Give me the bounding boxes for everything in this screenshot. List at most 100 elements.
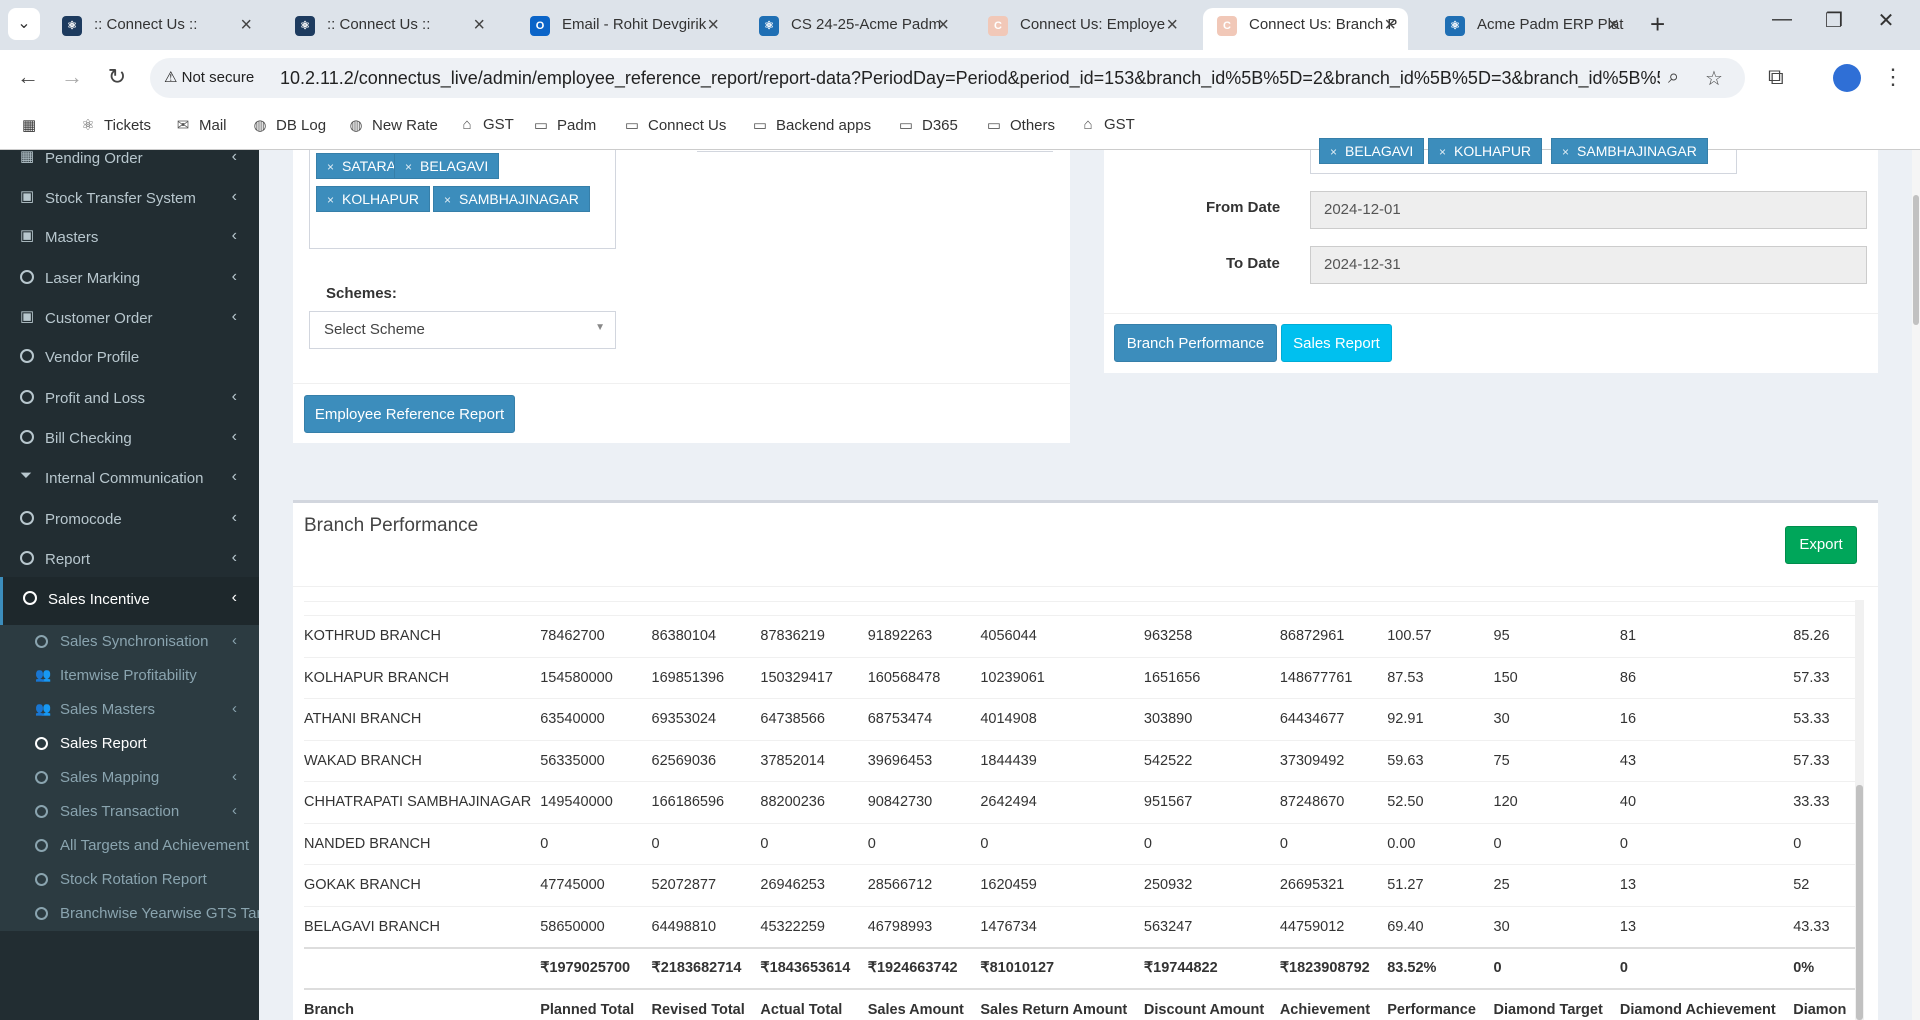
sidebar-subitem-stock-rotation-report[interactable]: Stock Rotation Report (0, 863, 259, 897)
apps-grid-icon[interactable]: ▦ (22, 116, 36, 134)
branch-chip[interactable]: × KOLHAPUR (316, 186, 431, 212)
bookmark-mail[interactable]: ✉ Mail (173, 116, 227, 134)
table-cell: 0 (858, 822, 972, 865)
bookmark-d365[interactable]: ▭ D365 (896, 116, 958, 134)
sidebar-subitem-label: All Targets and Achievement (60, 837, 250, 854)
branch-multiselect[interactable]: × SATARA × BELAGAVI × KOLHAPUR × SAMBHAJINAGAR (309, 150, 616, 249)
sidebar-subitem-sales-masters[interactable]: 👥 Sales Masters ‹ (0, 693, 259, 727)
profile-avatar[interactable] (1833, 64, 1861, 92)
back-arrow-icon[interactable]: ← (13, 64, 43, 90)
table-cell: ₹1843653614 (751, 946, 859, 989)
bookmark-gst[interactable]: ⌂ GST (1078, 116, 1134, 133)
browser-tab[interactable]: ⚛ Acme Padm ERP Plat × (1431, 8, 1631, 50)
browser-tab[interactable]: C Connect Us: Branch P × (1203, 8, 1408, 50)
remove-x-icon[interactable]: × (405, 160, 412, 174)
table-cell: 52 (1784, 864, 1860, 906)
employee-reference-report-button[interactable]: Employee Reference Report (304, 395, 515, 433)
connectus-icon: C (988, 16, 1008, 36)
browser-tab[interactable]: ⚛:: Connect Us :: × (48, 8, 264, 50)
bookmark-new-rate[interactable]: ◍ New Rate (346, 116, 438, 134)
sidebar-subitem-sales-synchronisation[interactable]: Sales Synchronisation ‹ (0, 625, 259, 659)
remove-x-icon[interactable]: × (1439, 145, 1446, 159)
branch-chip[interactable]: × SAMBHAJINAGAR (433, 186, 590, 212)
money-icon: ▣ (20, 308, 35, 325)
extensions-puzzle-icon[interactable]: ⧉ (1768, 64, 1784, 90)
window-close-icon[interactable]: ✕ (1866, 8, 1906, 33)
table-cell (858, 601, 972, 616)
scheme-select[interactable]: Select Scheme ▼ (309, 311, 616, 349)
folder-icon: ▭ (986, 117, 1002, 134)
tab-search-chevron-icon[interactable]: ⌄ (8, 8, 40, 40)
from-date-input[interactable]: 2024-12-01 (1310, 191, 1867, 229)
bookmark-label: Others (1010, 117, 1056, 134)
bookmark-backend-apps[interactable]: ▭ Backend apps (750, 116, 871, 134)
sidebar-item-label: Vendor Profile (45, 349, 140, 366)
tab-close-icon[interactable]: × (240, 8, 252, 42)
reload-icon[interactable]: ↻ (102, 64, 132, 90)
zoom-magnifier-icon[interactable]: ⌕ (1668, 66, 1679, 89)
chevron-left-icon: ‹ (232, 768, 237, 785)
remove-x-icon[interactable]: × (327, 193, 334, 207)
table-cell: KOLHAPUR BRANCH (304, 656, 532, 699)
branch-chip[interactable]: × BELAGAVI (394, 153, 500, 179)
branch-chip[interactable]: × BELAGAVI (1319, 138, 1425, 164)
sidebar-subitem-all-targets-and-achievement[interactable]: All Targets and Achievement (0, 829, 259, 863)
tab-close-icon[interactable]: × (937, 8, 949, 42)
table-cell: 4056044 (971, 615, 1135, 657)
remove-x-icon[interactable]: × (444, 193, 451, 207)
table-cell: 26946253 (751, 864, 859, 906)
tab-close-icon[interactable]: × (1384, 8, 1396, 42)
export-button[interactable]: Export (1785, 526, 1857, 564)
browser-tab[interactable]: ⚛ CS 24-25-Acme Padm × (745, 8, 961, 50)
page-scrollbar-thumb[interactable] (1913, 195, 1919, 325)
bookmark-db-log[interactable]: ◍ DB Log (250, 116, 326, 134)
sidebar-item-label: Promocode (45, 511, 122, 528)
tab-title: Email - Rohit Devgirik (562, 16, 707, 33)
remove-x-icon[interactable]: × (327, 160, 334, 174)
sidebar-subitem-label: Sales Mapping (60, 769, 160, 786)
restore-icon[interactable]: ❐ (1814, 8, 1854, 33)
sidebar-subitem-sales-transaction[interactable]: Sales Transaction ‹ (0, 795, 259, 829)
remove-x-icon[interactable]: × (1562, 145, 1569, 159)
branch-chip-label: SATARA (342, 158, 396, 174)
tab-close-icon[interactable]: × (1607, 8, 1619, 42)
sidebar-subitem-branchwise-yearwise-gts-targ[interactable]: Branchwise Yearwise GTS Targ (0, 897, 259, 931)
browser-menu-icon[interactable]: ⋮ (1882, 64, 1904, 90)
bookmark-padm[interactable]: ▭ Padm (531, 116, 596, 134)
browser-tab[interactable]: O Email - Rohit Devgirik × (516, 8, 731, 50)
to-date-input[interactable]: 2024-12-31 (1310, 246, 1867, 284)
tab-close-icon[interactable]: × (707, 8, 719, 42)
table-cell: 0% (1784, 946, 1860, 989)
gov-icon: ⌂ (1083, 116, 1093, 133)
sidebar-subitem-sales-mapping[interactable]: Sales Mapping ‹ (0, 761, 259, 795)
forward-arrow-icon[interactable]: → (57, 64, 87, 90)
tab-close-icon[interactable]: × (473, 8, 485, 42)
scheme-select-value: Select Scheme (324, 321, 425, 338)
circle-icon (20, 551, 36, 567)
browser-tab[interactable]: C Connect Us: Employe × (974, 8, 1190, 50)
branch-performance-button[interactable]: Branch Performance (1114, 324, 1277, 362)
branch-chip[interactable]: × SAMBHAJINAGAR (1551, 138, 1708, 164)
not-secure-indicator[interactable]: ⚠ Not secure (164, 68, 254, 86)
bookmark-tickets[interactable]: ⚛ Tickets (78, 116, 151, 134)
minimize-icon[interactable]: — (1762, 8, 1802, 31)
sidebar-item-label: Sales Incentive (48, 591, 150, 608)
bookmark-label: New Rate (372, 117, 438, 134)
remove-x-icon[interactable]: × (1330, 145, 1337, 159)
bookmark-gst[interactable]: ⌂ GST (457, 116, 513, 133)
bookmark-star-icon[interactable]: ☆ (1705, 66, 1723, 91)
sidebar-subitem-sales-report[interactable]: Sales Report (0, 727, 259, 761)
browser-tab[interactable]: ⚛:: Connect Us :: × (281, 8, 497, 50)
new-tab-plus-icon[interactable]: + (1650, 10, 1665, 38)
omnibox[interactable]: ⚠ Not secure 10.2.11.2/connectus_live/ad… (150, 58, 1745, 98)
sidebar-item-sales-incentive[interactable]: Sales Incentive ‹ (0, 577, 259, 625)
url-text[interactable]: 10.2.11.2/connectus_live/admin/employee_… (280, 68, 1660, 89)
bookmark-others[interactable]: ▭ Others (984, 116, 1055, 134)
sidebar-subitem-itemwise-profitability[interactable]: 👥 Itemwise Profitability (0, 659, 259, 693)
table-scrollbar-thumb[interactable] (1856, 785, 1863, 1020)
sales-report-button[interactable]: Sales Report (1281, 324, 1392, 362)
tab-close-icon[interactable]: × (1166, 8, 1178, 42)
branch-multiselect-right[interactable]: × BELAGAVI × KOLHAPUR × SAMBHAJINAGAR (1310, 138, 1737, 174)
branch-chip[interactable]: × KOLHAPUR (1428, 138, 1543, 164)
bookmark-connect-us[interactable]: ▭ Connect Us (622, 116, 726, 134)
